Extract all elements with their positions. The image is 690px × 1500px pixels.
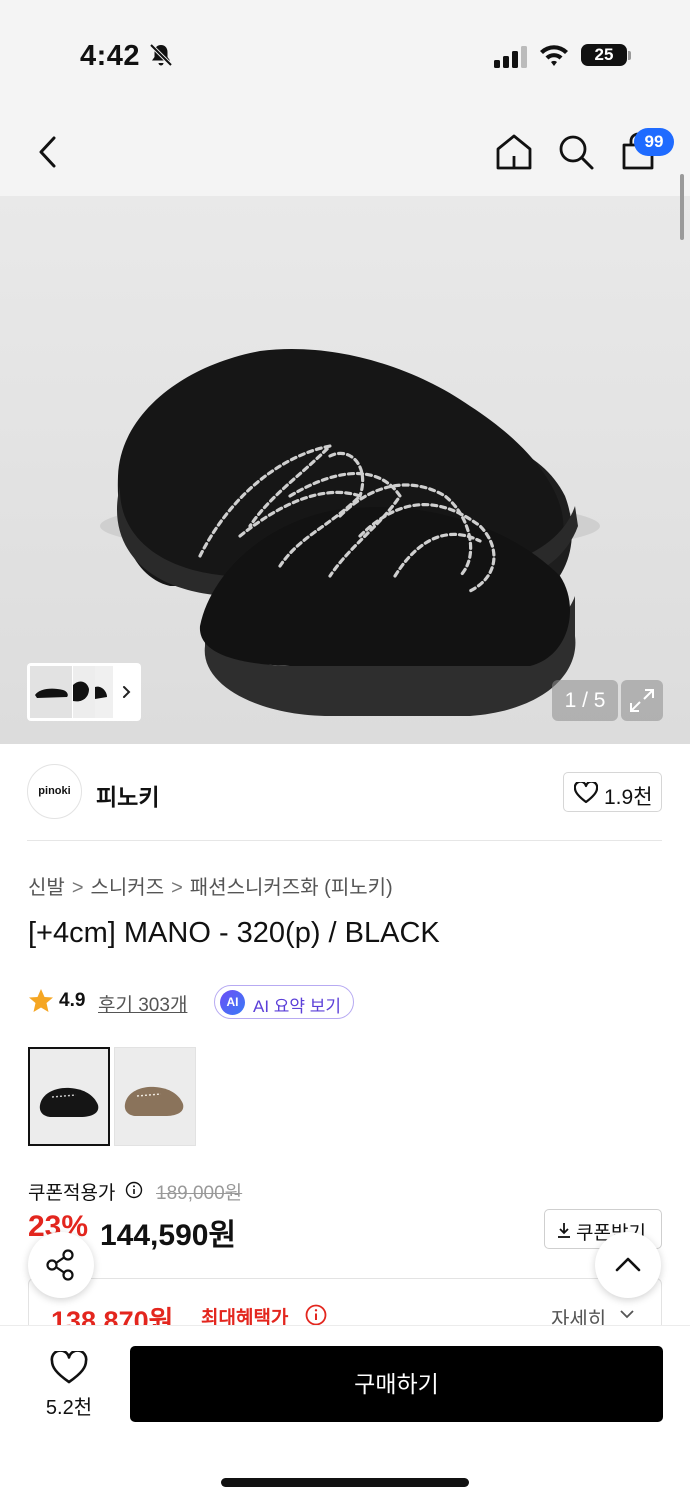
breadcrumb: 신발 > 스니커즈 > 패션스니커즈화 (피노키)	[28, 871, 393, 900]
wishlist-count: 5.2천	[45, 1397, 93, 1419]
page-scrollbar[interactable]	[680, 174, 684, 240]
product-image-gallery[interactable]: 1 / 5	[0, 196, 690, 744]
expand-icon	[630, 689, 654, 712]
rating-row: 4.9 후기 303개 AI AI 요약 보기	[28, 985, 668, 1019]
share-button[interactable]	[28, 1232, 94, 1298]
beige-shoe-thumbnail	[124, 1086, 184, 1116]
thumbnail-shoe-images	[30, 666, 131, 718]
wishlist-button[interactable]: 5.2천	[40, 1351, 98, 1421]
ai-badge-icon: AI	[220, 990, 245, 1015]
product-photo	[100, 349, 600, 716]
cellular-signal-icon	[494, 46, 527, 68]
search-icon[interactable]	[556, 132, 596, 172]
top-nav: 99	[0, 110, 690, 196]
chevron-right-icon: >	[71, 877, 84, 899]
breadcrumb-item[interactable]: 신발	[28, 877, 65, 899]
share-icon	[46, 1249, 74, 1281]
ai-summary-button[interactable]: AI AI 요약 보기	[214, 985, 354, 1019]
brand-like-count: 1.9천	[604, 786, 653, 809]
brand-name[interactable]: 피노키	[96, 778, 159, 812]
section-divider	[27, 840, 662, 841]
image-counter: 1 / 5	[552, 680, 618, 721]
status-time: 4:42	[80, 40, 141, 72]
color-option-beige[interactable]	[114, 1047, 196, 1146]
download-icon	[558, 1223, 570, 1238]
home-indicator	[221, 1478, 469, 1487]
bottom-action-bar: 5.2천 구매하기	[0, 1325, 690, 1500]
info-icon[interactable]	[305, 1304, 327, 1326]
color-option-black[interactable]	[28, 1047, 110, 1146]
original-price: 189,000원	[156, 1183, 243, 1204]
brand-logo[interactable]: pinoki	[27, 764, 82, 819]
back-icon[interactable]	[34, 132, 64, 172]
breadcrumb-item[interactable]: 스니커즈	[91, 877, 165, 899]
sale-price: 144,590원	[100, 1219, 237, 1252]
reviews-link[interactable]: 후기 303개	[98, 990, 187, 1017]
brand-like-button[interactable]: 1.9천	[563, 772, 662, 812]
heart-icon	[50, 1351, 88, 1384]
buy-button[interactable]: 구매하기	[130, 1346, 663, 1422]
cart-count-badge[interactable]: 99	[634, 128, 674, 156]
product-title: [+4cm] MANO - 320(p) / BLACK	[28, 917, 440, 949]
info-icon[interactable]	[125, 1181, 143, 1199]
expand-button[interactable]	[621, 680, 663, 721]
black-shoe-thumbnail	[39, 1087, 99, 1117]
gallery-thumbnail-strip[interactable]	[27, 663, 141, 721]
wifi-icon	[540, 45, 568, 66]
coupon-price-label: 쿠폰적용가	[28, 1183, 116, 1204]
battery-tip	[628, 51, 631, 60]
chevron-down-icon	[620, 1310, 634, 1319]
heart-icon	[574, 782, 598, 804]
rating-score: 4.9	[59, 990, 86, 1011]
home-icon[interactable]	[494, 132, 534, 172]
ai-summary-label: AI 요약 보기	[253, 997, 342, 1016]
breadcrumb-item[interactable]: 패션스니커즈화 (피노키)	[190, 877, 393, 899]
bell-muted-icon	[149, 43, 173, 67]
battery-icon: 25	[581, 44, 627, 66]
chevron-up-icon	[615, 1257, 641, 1272]
status-bar: 4:42 25	[0, 0, 690, 110]
scroll-to-top-button[interactable]	[595, 1232, 661, 1298]
star-icon	[29, 989, 53, 1012]
chevron-right-icon: >	[171, 877, 183, 899]
